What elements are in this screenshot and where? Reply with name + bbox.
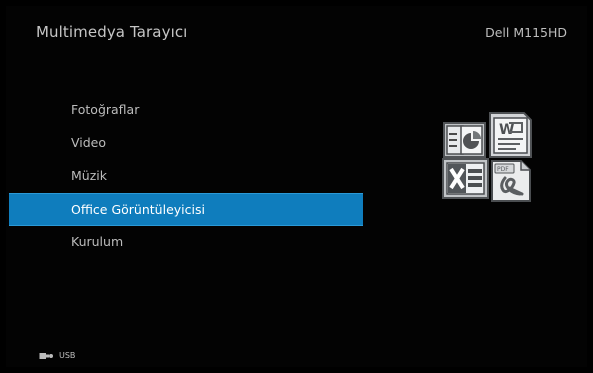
- menu-item-office-viewer[interactable]: Office Görüntüleyicisi: [9, 193, 363, 226]
- source-label: USB: [59, 351, 76, 360]
- svg-text:PDF: PDF: [497, 166, 509, 173]
- word-document-icon: W: [489, 112, 532, 158]
- source-indicator: USB: [39, 351, 75, 360]
- device-name: Dell M115HD: [485, 25, 567, 40]
- main-menu: Fotoğraflar Video Müzik Office Görüntüle…: [9, 94, 363, 259]
- menu-item-music[interactable]: Müzik: [9, 160, 363, 193]
- office-document-icons: W PDF: [442, 112, 532, 202]
- menu-item-setup[interactable]: Kurulum: [9, 226, 363, 259]
- usb-icon: [39, 352, 53, 359]
- menu-item-photos[interactable]: Fotoğraflar: [9, 94, 363, 127]
- svg-text:W: W: [499, 122, 514, 138]
- app-title: Multimedya Tarayıcı: [36, 23, 188, 41]
- media-browser-screen: Multimedya Tarayıcı Dell M115HD Fotoğraf…: [6, 6, 587, 367]
- excel-spreadsheet-icon: [442, 158, 489, 199]
- presentation-icon: [443, 122, 486, 158]
- pdf-document-icon: PDF: [491, 160, 531, 202]
- menu-item-video[interactable]: Video: [9, 127, 363, 160]
